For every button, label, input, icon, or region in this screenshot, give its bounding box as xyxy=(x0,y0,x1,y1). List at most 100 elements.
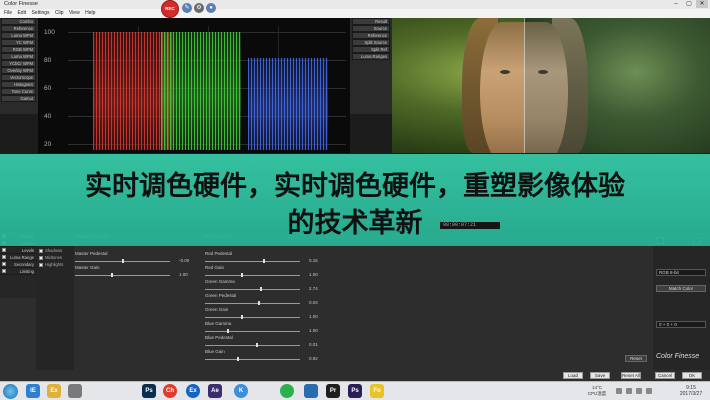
color-space-select[interactable]: RGB 8-bit xyxy=(656,269,706,276)
slider-knob[interactable] xyxy=(256,343,258,347)
nav-vectorscope[interactable]: Vectorscope xyxy=(1,74,36,81)
tonal-highlights[interactable]: Highlights xyxy=(38,261,63,268)
cancel-button[interactable]: Cancel xyxy=(655,372,675,379)
slider-track[interactable] xyxy=(205,303,300,304)
tonal-shadows[interactable]: Shadows xyxy=(38,247,62,254)
slider-blue-pedestal[interactable]: 0.01 xyxy=(205,341,320,349)
nav-ycbcr-wfm[interactable]: YCbCr WFM xyxy=(1,60,36,67)
menu-file[interactable]: File xyxy=(4,9,12,18)
slider-blue-gamma[interactable]: 1.00 xyxy=(205,327,320,335)
menu-clip[interactable]: Clip xyxy=(55,9,64,18)
close-button[interactable]: ✕ xyxy=(696,0,708,8)
slider-track[interactable] xyxy=(205,261,300,262)
k-app-icon[interactable]: K xyxy=(234,384,248,398)
split-line-handle[interactable] xyxy=(524,18,525,153)
slider-knob[interactable] xyxy=(122,259,124,263)
reset-button[interactable]: Reset xyxy=(625,355,647,362)
browser-icon[interactable]: Ex xyxy=(186,384,200,398)
explorer-icon[interactable]: Ex xyxy=(47,384,61,398)
save-button[interactable]: Save xyxy=(590,372,610,379)
slider-knob[interactable] xyxy=(237,357,239,361)
photoshop-icon[interactable]: Ps xyxy=(142,384,156,398)
slider-master-pedestal[interactable]: -0.00 xyxy=(75,257,190,265)
language-icon[interactable] xyxy=(636,388,642,394)
start-button[interactable] xyxy=(3,384,18,399)
chrome-icon[interactable]: Ch xyxy=(163,384,177,398)
tree-item-levels[interactable]: Levels xyxy=(0,247,36,254)
photo-app-icon[interactable] xyxy=(304,384,318,398)
nav-rgb-wfm[interactable]: RGB WFM xyxy=(1,46,36,53)
nav-histogram[interactable]: Histogram xyxy=(1,81,36,88)
folder-icon[interactable]: Fo xyxy=(370,384,384,398)
tree-item-secondary[interactable]: Secondary xyxy=(0,261,36,268)
load-button[interactable]: Load xyxy=(563,372,583,379)
nav-split-source[interactable]: Split Source xyxy=(352,39,390,46)
nav-luma-wfm[interactable]: Luma WFM xyxy=(1,32,36,39)
checkbox[interactable] xyxy=(39,255,43,260)
slider-green-gamma[interactable]: 2.74 xyxy=(205,285,320,293)
menu-edit[interactable]: Edit xyxy=(17,9,26,18)
slider-track[interactable] xyxy=(205,331,300,332)
nav-combo[interactable]: Combo xyxy=(1,18,36,25)
volume-icon[interactable] xyxy=(626,388,632,394)
tonal-midtones[interactable]: Midtones xyxy=(38,254,62,261)
nav-overlay-wfm[interactable]: Overlay WFM xyxy=(1,67,36,74)
menu-view[interactable]: View xyxy=(69,9,80,18)
slider-knob[interactable] xyxy=(258,301,260,305)
record-button[interactable]: REC xyxy=(161,0,179,18)
generic-app-icon[interactable] xyxy=(68,384,82,398)
slider-track[interactable] xyxy=(205,359,300,360)
premiere-icon[interactable]: Pr xyxy=(326,384,340,398)
nav-reference[interactable]: Reference xyxy=(1,25,36,32)
network-icon[interactable] xyxy=(616,388,622,394)
slider-master-gain[interactable]: 1.00 xyxy=(75,271,190,279)
slider-red-pedestal[interactable]: 0.15 xyxy=(205,257,320,265)
nav-luma-wfm-2[interactable]: Luma WFM xyxy=(1,53,36,60)
checkbox[interactable] xyxy=(39,262,43,267)
ie-icon[interactable]: IE xyxy=(26,384,40,398)
match-color-button[interactable]: Match Color xyxy=(656,285,706,292)
nav-reference-view[interactable]: Reference xyxy=(352,32,390,39)
slider-green-gain[interactable]: 1.00 xyxy=(205,313,320,321)
slider-green-pedestal[interactable]: 0.04 xyxy=(205,299,320,307)
notification-icon[interactable] xyxy=(646,388,652,394)
slider-track[interactable] xyxy=(205,289,300,290)
color-value-select[interactable]: 0 + 0 + 0 xyxy=(656,321,706,328)
slider-blue-gain[interactable]: 0.92 xyxy=(205,355,320,363)
slider-track[interactable] xyxy=(205,345,300,346)
slider-knob[interactable] xyxy=(227,329,229,333)
pen-icon[interactable]: ✎ xyxy=(182,3,192,13)
nav-source[interactable]: Source xyxy=(352,25,390,32)
slider-track[interactable] xyxy=(75,275,170,276)
slider-knob[interactable] xyxy=(260,287,262,291)
slider-track[interactable] xyxy=(205,275,300,276)
ok-button[interactable]: OK xyxy=(682,372,702,379)
nav-result[interactable]: Result xyxy=(352,18,390,25)
nav-luma-ranges[interactable]: Luma Ranges xyxy=(352,53,390,60)
tree-item-luma-range[interactable]: Luma Range xyxy=(0,254,36,261)
nav-tone-curve[interactable]: Tone Curve xyxy=(1,88,36,95)
slider-knob[interactable] xyxy=(111,273,113,277)
nav-gamut[interactable]: Gamut xyxy=(1,95,36,102)
nav-yc-wfm[interactable]: YC WFM xyxy=(1,39,36,46)
after-effects-icon[interactable]: Ae xyxy=(208,384,222,398)
weather-widget[interactable]: 14°C CPU温度 xyxy=(586,385,608,397)
record-icon[interactable]: ● xyxy=(206,3,216,13)
nav-split-ref[interactable]: Split Ref xyxy=(352,46,390,53)
checkbox[interactable] xyxy=(39,248,43,253)
slider-track[interactable] xyxy=(205,317,300,318)
tree-item-limiting[interactable]: Limiting xyxy=(0,268,36,275)
slider-knob[interactable] xyxy=(241,273,243,277)
slider-red-gain[interactable]: 1.00 xyxy=(205,271,320,279)
photoshop-2-icon[interactable]: Ps xyxy=(348,384,362,398)
minimize-button[interactable]: – xyxy=(670,0,682,8)
clock[interactable]: 9:15 2017/3/27 xyxy=(676,385,706,397)
slider-knob[interactable] xyxy=(241,315,243,319)
menu-settings[interactable]: Settings xyxy=(31,9,49,18)
menu-help[interactable]: Help xyxy=(85,9,95,18)
reset-all-button[interactable]: Reset All xyxy=(621,372,641,379)
slider-knob[interactable] xyxy=(263,259,265,263)
wechat-icon[interactable] xyxy=(280,384,294,398)
settings-icon[interactable]: ⚙ xyxy=(194,3,204,13)
maximize-button[interactable]: ▢ xyxy=(683,0,695,8)
